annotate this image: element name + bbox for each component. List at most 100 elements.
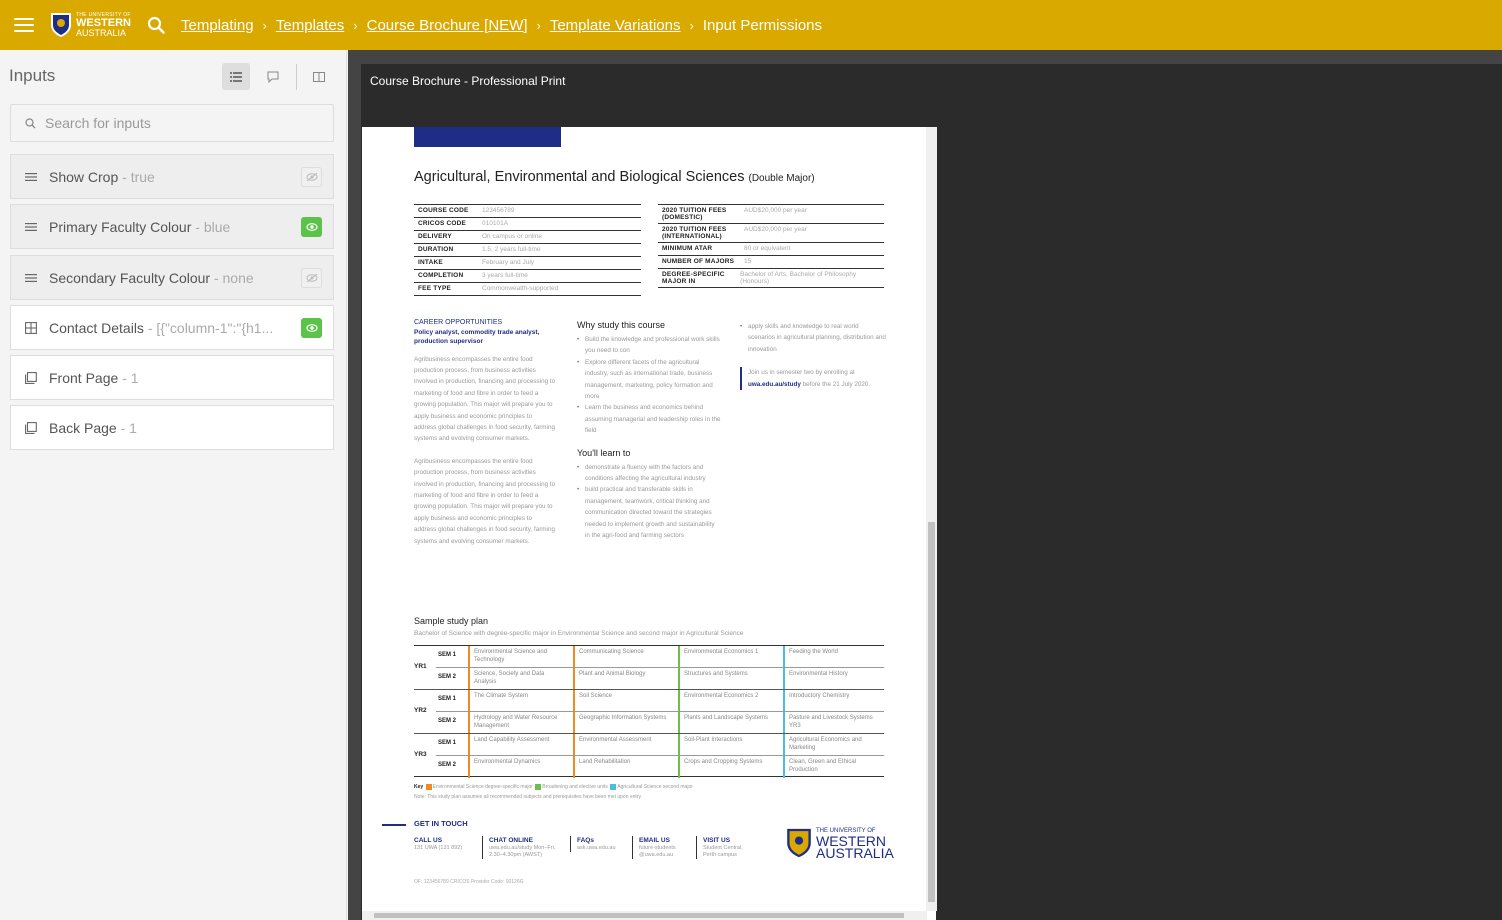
logo-line-3: AUSTRALIA <box>76 27 127 38</box>
contact-heading: VISIT US <box>703 837 731 844</box>
list-icon <box>25 222 37 231</box>
input-label: Show Crop <box>49 168 119 185</box>
contact-text: ask.uwa.edu.au <box>577 845 616 851</box>
fact-value: 15 <box>744 258 752 265</box>
search-box[interactable] <box>10 104 334 142</box>
input-label: Contact Details <box>49 319 144 336</box>
right-column: apply skills and knowledge to real world… <box>740 321 886 391</box>
semester-label: SEM 1 <box>438 740 457 746</box>
unit-cell: Pasture and Livestock Systems YR3 <box>783 712 883 734</box>
contact-item: EMAIL US future-students @uwa.edu.au <box>632 836 690 859</box>
unit-cell: Soil-Plant Interactions <box>678 734 778 756</box>
search-icon[interactable] <box>147 16 165 34</box>
input-item-secondary-faculty-colour[interactable]: Secondary Faculty Colour - none <box>10 255 334 300</box>
join-link[interactable]: uwa.edu.au/study <box>748 381 801 388</box>
scroll-thumb[interactable] <box>374 913 904 918</box>
unit-cell: Environmental Economics 2 <box>678 690 778 712</box>
breadcrumb: Templating › Templates › Course Brochure… <box>181 17 822 34</box>
list-item: build practical and transferable skills … <box>577 484 721 541</box>
divider <box>436 711 884 712</box>
join-callout: Join us in semester two by enrolling at … <box>740 367 886 391</box>
why-column: Why study this course Build the knowledg… <box>577 315 721 542</box>
sidebar-title: Inputs <box>9 66 56 85</box>
list-item: Build the knowledge and professional wor… <box>577 334 721 357</box>
horizontal-scrollbar[interactable] <box>362 911 927 920</box>
breadcrumb-course-brochure[interactable]: Course Brochure [NEW] <box>367 17 528 34</box>
scroll-thumb[interactable] <box>928 522 935 902</box>
visibility-toggle[interactable] <box>301 268 322 288</box>
search-input[interactable] <box>45 115 305 131</box>
year-label: YR2 <box>414 707 427 714</box>
contact-text: future-students @uwa.edu.au <box>639 845 676 858</box>
visibility-toggle[interactable] <box>301 217 322 237</box>
key-swatch <box>610 783 617 790</box>
fact-row: MINIMUM ATAR 80 or equivalent <box>658 242 884 255</box>
input-item-primary-faculty-colour[interactable]: Primary Faculty Colour - blue <box>10 204 334 249</box>
divider <box>436 667 884 668</box>
breadcrumb-templating[interactable]: Templating <box>181 17 254 34</box>
fact-value: AUD$20,000 per year <box>744 207 807 214</box>
key-label: Key <box>414 784 424 790</box>
menu-icon[interactable] <box>14 18 34 32</box>
vertical-scrollbar[interactable] <box>926 127 937 911</box>
unit-cell: Plants and Landscape Systems <box>678 712 778 734</box>
eye-icon <box>305 324 318 332</box>
fact-row: DEGREE-SPECIFIC MAJOR IN Bachelor of Arts… <box>658 268 884 287</box>
key-swatch <box>425 783 432 790</box>
unit-cell: Environmental History <box>783 668 883 690</box>
unit-cell: Plant and Animal Biology <box>573 668 673 690</box>
input-item-back-page[interactable]: Back Page - 1 <box>10 405 334 450</box>
crest-icon <box>787 828 811 858</box>
fact-row: CRICOS CODE 010101A <box>414 217 641 230</box>
fact-key: COMPLETION <box>418 272 464 279</box>
key-swatch <box>535 783 542 790</box>
get-in-touch-heading: GET IN TOUCH <box>414 819 468 828</box>
unit-cell: Environmental Dynamics <box>468 756 568 778</box>
contact-heading: EMAIL US <box>639 837 670 844</box>
comment-view-button[interactable] <box>259 63 287 90</box>
semester-label: SEM 2 <box>438 762 457 768</box>
top-bar: THE UNIVERSITY OF WESTERN AUSTRALIA Temp… <box>0 0 1502 50</box>
study-plan-table: YR1 SEM 1 Environmental Science and Techno… <box>414 645 884 778</box>
unit-cell: Geographic Information Systems <box>573 712 673 734</box>
plan-note: Note: This study plan assumes all recomm… <box>414 794 642 800</box>
fact-row: 2020 TUITION FEES (INTERNATIONAL) AUD$20,… <box>658 223 884 242</box>
faculty-colour-bar <box>414 127 561 147</box>
input-item-show-crop[interactable]: Show Crop - true <box>10 154 334 199</box>
list-item: Learn the business and economics behind … <box>577 402 721 436</box>
visibility-toggle[interactable] <box>301 167 322 187</box>
breadcrumb-template-variations[interactable]: Template Variations <box>550 17 681 34</box>
facts-table-right: 2020 TUITION FEES (DOMESTIC) AUD$20,000 p… <box>658 204 884 288</box>
breadcrumb-templates[interactable]: Templates <box>276 17 344 34</box>
fact-key: DEGREE-SPECIFIC MAJOR IN <box>662 271 725 285</box>
eye-off-icon <box>306 172 317 182</box>
columns-icon <box>313 71 325 82</box>
unit-cell: Soil Science <box>573 690 673 712</box>
panel-view-button[interactable] <box>305 63 333 90</box>
visibility-toggle[interactable] <box>301 318 322 338</box>
fact-key: FEE TYPE <box>418 285 452 292</box>
input-label: Secondary Faculty Colour <box>49 269 211 286</box>
input-value: - 1 <box>120 419 137 436</box>
uwa-logo[interactable]: THE UNIVERSITY OF WESTERN AUSTRALIA <box>50 12 131 38</box>
brochure-page: Agricultural, Environmental and Biologic… <box>362 127 936 920</box>
fact-key: COURSE CODE <box>418 207 469 214</box>
input-label: Primary Faculty Colour <box>49 218 192 235</box>
list-view-button[interactable] <box>222 63 250 90</box>
career-column: CAREER OPPORTUNITIES Policy analyst, com… <box>414 319 556 547</box>
career-list: Policy analyst, commodity trade analyst,… <box>414 328 540 345</box>
contact-text: Student Central, Perth campus <box>703 845 743 858</box>
plan-key: Key Environmental Science degree-specifi… <box>414 782 693 802</box>
unit-cell: Land Capability Assessment <box>468 734 568 756</box>
unit-cell: The Climate System <box>468 690 568 712</box>
contact-item: CHAT ONLINE uwa.edu.au/study Mon–Fri, 2.3… <box>482 836 564 859</box>
input-item-front-page[interactable]: Front Page - 1 <box>10 355 334 400</box>
chevron-right-icon: › <box>689 17 694 33</box>
table-icon <box>25 321 37 334</box>
input-item-contact-details[interactable]: Contact Details - [{"column-1":"{h1... <box>10 305 334 350</box>
fact-row: INTAKE February and July <box>414 256 641 269</box>
divider <box>296 64 297 90</box>
fact-key: NUMBER OF MAJORS <box>662 258 735 265</box>
key-text: Environmental Science degree-specific ma… <box>432 784 533 790</box>
search-icon <box>25 117 36 128</box>
